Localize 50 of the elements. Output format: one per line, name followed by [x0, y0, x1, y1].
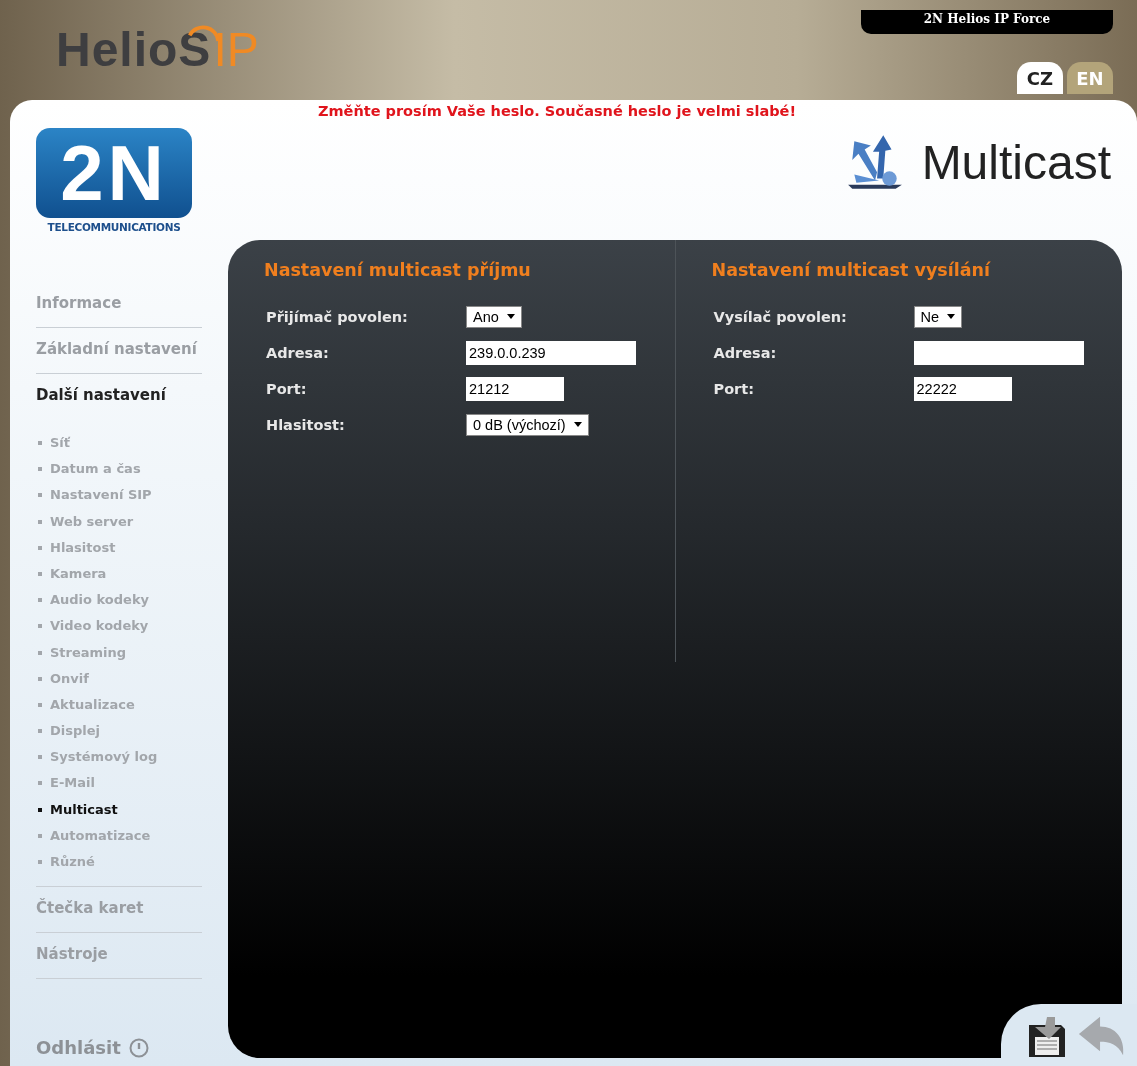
input-field[interactable] [913, 340, 1084, 365]
nav-subitem[interactable]: Audio kodeky [36, 592, 202, 619]
field-label: Port: [265, 380, 308, 397]
nav-subitem[interactable]: Automatizace [36, 827, 202, 854]
page-title: Multicast [921, 134, 1111, 190]
nav-subitem[interactable]: Video kodeky [36, 618, 202, 645]
caret-icon [506, 314, 515, 319]
nav-item[interactable]: Základní nastavení [36, 340, 202, 373]
dropdown[interactable]: Ne [913, 305, 963, 328]
nav-subitem[interactable]: Různé [36, 854, 202, 881]
input-field[interactable]: 21212 [466, 376, 564, 401]
password-warning: Změňte prosím Vaše heslo. Současné heslo je velmi slabé! [318, 103, 797, 119]
nav-subitem[interactable]: Kamera [36, 565, 202, 593]
field-label: Port: [712, 380, 755, 397]
nav-subitem[interactable]: Hlasitost [36, 539, 202, 566]
field-label: Přijímač povolen: [265, 308, 409, 325]
nav-subitem[interactable]: Síť [36, 435, 202, 462]
nav-subitem[interactable]: Streaming [36, 644, 202, 671]
dropdown[interactable]: 0 dB (výchozí) [466, 413, 589, 436]
power-icon[interactable] [128, 1037, 149, 1058]
caret-icon [947, 314, 956, 319]
nav-subitem[interactable]: Displej [36, 723, 202, 750]
nav-item[interactable]: Nástroje [36, 945, 202, 979]
nav-subitem[interactable]: Aktualizace [36, 696, 202, 724]
nav-subitem[interactable]: Multicast [36, 801, 202, 828]
language-tab[interactable]: CZ [1017, 62, 1063, 94]
field-label: Adresa: [712, 344, 778, 361]
nav-item[interactable]: Informace [36, 294, 202, 327]
nav-subitem[interactable]: Systémový log [36, 749, 202, 776]
field-label: Adresa: [265, 344, 330, 361]
input-field[interactable]: 239.0.0.239 [466, 340, 636, 365]
section-title: Nastavení multicast příjmu [264, 260, 532, 280]
nav-subitem[interactable]: Datum a čas [36, 461, 202, 488]
nav-subitem[interactable]: Web server [36, 513, 202, 540]
nav-item[interactable]: Další nastavení [36, 386, 202, 419]
language-tab[interactable]: EN [1067, 62, 1113, 94]
nav-subitem[interactable]: Nastavení SIP [36, 487, 202, 514]
device-name: 2N Helios IP Force [861, 10, 1113, 34]
nav-subitem[interactable]: E-Mail [36, 775, 202, 802]
nav-subitem[interactable]: Onvif [36, 670, 202, 697]
dropdown[interactable]: Ano [466, 305, 522, 328]
nav-item[interactable]: Čtečka karet [36, 899, 202, 933]
helios-ip-logo: HelioSIP [56, 22, 259, 78]
field-label: Hlasitost: [265, 416, 346, 433]
field-label: Vysílač povolen: [712, 308, 848, 325]
input-field[interactable]: 22222 [913, 376, 1012, 401]
caret-icon [573, 422, 582, 427]
brand-logo: 2N TELECOMMUNICATIONS [36, 128, 192, 233]
logout-link[interactable]: Odhlásit [36, 1037, 121, 1058]
section-title: Nastavení multicast vysílání [711, 260, 992, 280]
